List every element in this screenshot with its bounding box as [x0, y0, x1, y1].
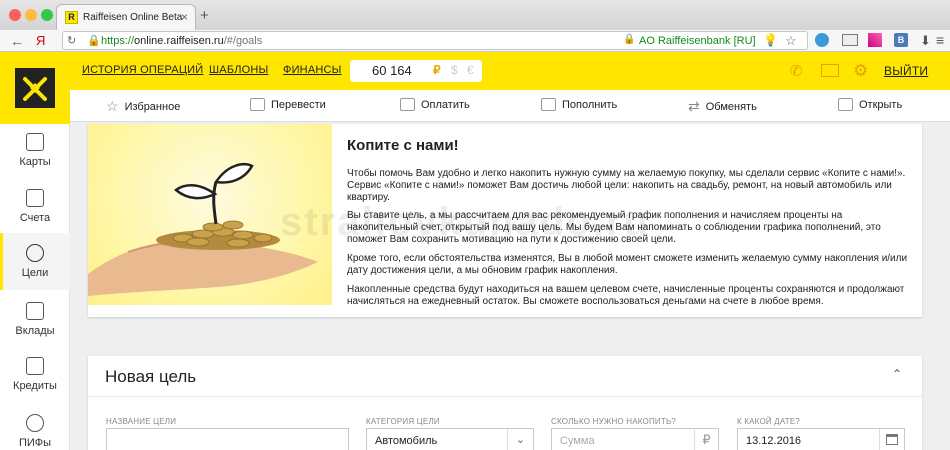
action-topup[interactable]: Пополнить [541, 98, 617, 111]
goal-date-label: К КАКОЙ ДАТЕ? [737, 417, 801, 426]
accounts-icon [26, 189, 44, 207]
promo-paragraph-1: Чтобы помочь Вам удобно и легко накопить… [347, 168, 906, 203]
yandex-logo-icon[interactable]: Я [36, 33, 45, 48]
goal-amount-label: СКОЛЬКО НУЖНО НАКОПИТЬ? [551, 417, 677, 426]
sidebar-item-cards[interactable]: Карты [0, 133, 70, 168]
raiffeisen-favicon-icon: R [65, 11, 78, 24]
action-exchange[interactable]: ⇄ Обменять [688, 98, 757, 115]
currency-usd[interactable]: $ [451, 63, 458, 77]
promo-paragraph-4: Накопленные средства будут находиться на… [347, 284, 905, 307]
close-tab-icon[interactable]: × [181, 10, 188, 24]
balance-widget[interactable]: 60 164 ₽ $ € [350, 60, 482, 82]
back-arrow-icon[interactable]: ← [10, 33, 24, 49]
pie-chart-icon [26, 414, 44, 432]
watermark: strahovkunado.ru [280, 200, 650, 244]
browser-tab[interactable]: R Raiffeisen Online Beta × [56, 4, 196, 30]
sidebar-item-deposits[interactable]: Вклады [0, 302, 70, 337]
nav-finance[interactable]: ФИНАНСЫ [283, 64, 342, 76]
calendar-icon[interactable] [879, 429, 904, 450]
topup-icon [541, 98, 556, 111]
mail-extension-icon[interactable] [842, 34, 858, 46]
mail-icon[interactable] [821, 64, 839, 77]
currency-eur[interactable]: € [467, 63, 474, 77]
extension-bird-icon[interactable] [815, 33, 829, 47]
nav-history[interactable]: ИСТОРИЯ ОПЕРАЦИЙ [82, 64, 203, 76]
new-tab-button[interactable]: + [200, 7, 209, 24]
star-icon: ☆ [106, 98, 119, 114]
card-icon [26, 133, 44, 151]
action-pay[interactable]: Оплатить [400, 98, 470, 111]
sidebar-item-credits[interactable]: Кредиты [0, 357, 70, 392]
logout-link[interactable]: ВЫЙТИ [884, 64, 928, 78]
goal-name-input[interactable] [106, 428, 349, 450]
sidebar-item-accounts[interactable]: Счета [0, 189, 70, 224]
divider [88, 396, 922, 397]
url-text: https://online.raiffeisen.ru/#/goals [101, 35, 263, 47]
sidebar-item-goals[interactable]: Цели [0, 244, 70, 279]
address-bar[interactable]: ↻ 🔒 https://online.raiffeisen.ru/#/goals… [62, 31, 808, 50]
sidebar-item-funds[interactable]: ПИФы [0, 414, 70, 449]
close-window-button[interactable] [9, 9, 21, 21]
balance-amount: 60 164 [372, 63, 412, 78]
settings-gear-icon[interactable]: ⚙ [853, 61, 868, 81]
zoom-window-button[interactable] [41, 9, 53, 21]
target-icon [26, 244, 44, 262]
chevron-down-icon[interactable]: ⌄ [507, 429, 533, 450]
open-account-icon [838, 98, 853, 111]
ruble-icon: ₽ [694, 429, 718, 450]
nav-templates[interactable]: ШАБЛОНЫ [209, 64, 269, 76]
raiffeisen-logo-icon[interactable] [15, 68, 55, 108]
collapse-chevron-up-icon[interactable]: ⌃ [892, 367, 902, 381]
vk-extension-icon[interactable]: В [894, 33, 908, 47]
goal-category-label: КАТЕГОРИЯ ЦЕЛИ [366, 417, 440, 426]
action-open[interactable]: Открыть [838, 98, 902, 111]
reload-icon[interactable]: ↻ [67, 34, 76, 47]
promo-paragraph-3: Кроме того, если обстоятельства изменятс… [347, 253, 908, 276]
lock-icon: 🔒 [87, 35, 101, 47]
new-goal-title: Новая цель [105, 367, 197, 386]
transfer-icon [250, 98, 265, 111]
bookmark-star-icon[interactable]: ☆ [785, 33, 797, 49]
exchange-icon: ⇄ [688, 98, 700, 114]
safe-icon [26, 302, 44, 320]
action-bar [70, 90, 950, 122]
phone-icon[interactable]: ✆ [790, 62, 806, 80]
menu-icon[interactable]: ≡ [936, 32, 944, 48]
bulb-icon[interactable]: 💡 [763, 33, 778, 47]
secure-lock-icon: 🔒 [623, 34, 636, 45]
goal-name-label: НАЗВАНИЕ ЦЕЛИ [106, 417, 177, 426]
ev-certificate-label[interactable]: AO Raiffeisenbank [RU] [639, 35, 756, 47]
currency-rub[interactable]: ₽ [433, 63, 441, 77]
action-favorites[interactable]: ☆ Избранное [106, 98, 180, 115]
downloads-icon[interactable]: ⬇ [920, 33, 931, 49]
pay-card-icon [400, 98, 415, 111]
minimize-window-button[interactable] [25, 9, 37, 21]
tab-title: Raiffeisen Online Beta [83, 12, 183, 23]
logo-crossed-horses-icon [23, 77, 47, 101]
credit-icon [26, 357, 44, 375]
action-transfer[interactable]: Перевести [250, 98, 326, 111]
feather-extension-icon[interactable] [868, 33, 882, 47]
promo-title: Копите с нами! [347, 137, 459, 154]
